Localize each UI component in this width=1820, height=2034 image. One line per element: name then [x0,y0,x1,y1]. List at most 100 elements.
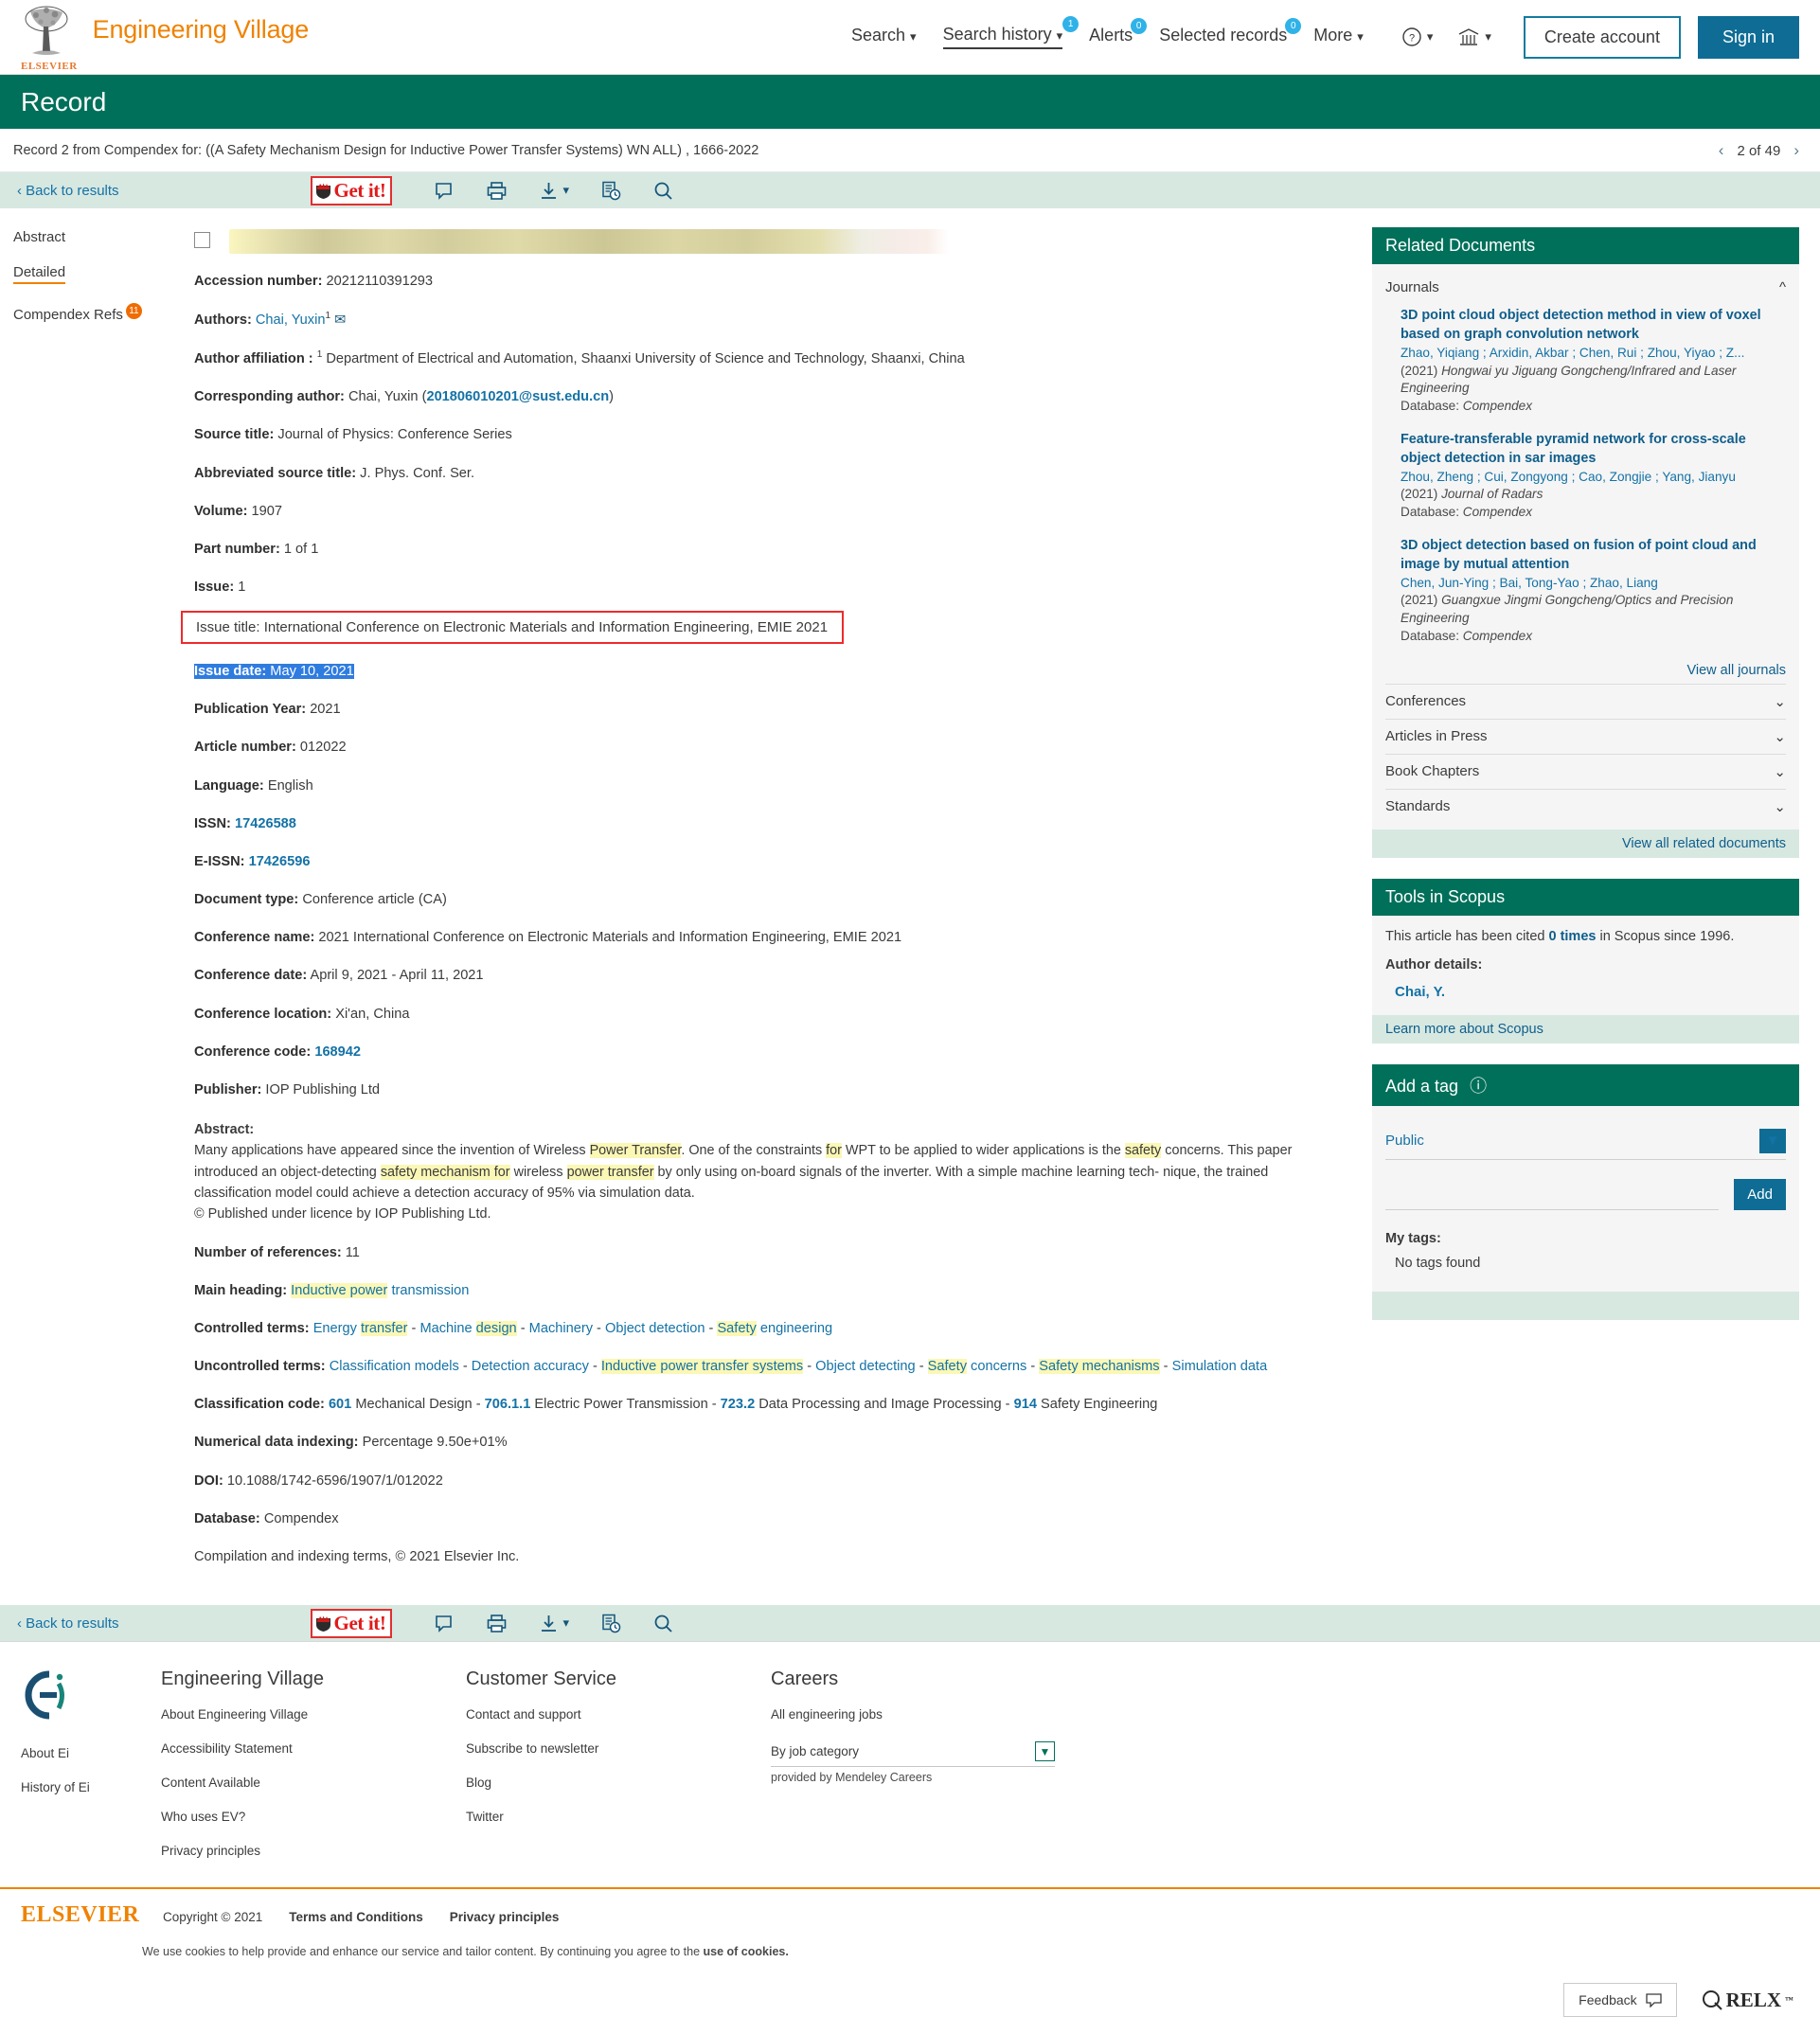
footer-link-twitter[interactable]: Twitter [466,1810,771,1824]
term-link[interactable]: Object detection [605,1321,705,1336]
download-icon[interactable]: ▾ [540,1615,569,1633]
help-menu[interactable]: ? ▾ [1401,27,1433,47]
view-all-journals-link[interactable]: View all journals [1385,655,1786,684]
envelope-icon[interactable]: ✉ [334,312,346,328]
field-value: 2021 [306,702,341,718]
footer-link-subscribe-newsletter[interactable]: Subscribe to newsletter [466,1741,771,1756]
cookie-link[interactable]: use of cookies. [704,1945,789,1958]
footer-link-about-ei[interactable]: About Ei [21,1746,161,1760]
conference-code-link[interactable]: 168942 [314,1044,361,1060]
term-link[interactable]: Machinery [529,1321,593,1336]
classification-code-link[interactable]: 723.2 [721,1397,756,1412]
nav-item-more[interactable]: More ▾ [1313,26,1364,48]
field-label: Authors: [194,312,252,329]
nav-item-selected-records[interactable]: Selected records 0 [1159,18,1302,48]
footer-link-history-of-ei[interactable]: History of Ei [21,1780,161,1794]
related-document-authors[interactable]: Chen, Jun-Ying ; Bai, Tong-Yao ; Zhao, L… [1401,576,1658,590]
related-section-conferences[interactable]: Conferences ⌄ [1385,683,1786,719]
footer-link-all-engineering-jobs[interactable]: All engineering jobs [771,1707,1169,1722]
sidebar-item-compendex-refs[interactable]: Compendex Refs 11 [13,303,194,323]
term-link[interactable]: Safety concerns [927,1359,1026,1375]
author-link[interactable]: Chai, Yuxin [256,312,326,328]
job-category-select[interactable]: By job category ▼ [771,1741,1055,1768]
learn-more-scopus-link[interactable]: Learn more about Scopus [1372,1014,1799,1044]
related-document-title[interactable]: 3D object detection based on fusion of p… [1401,537,1786,575]
classification-code-link[interactable]: 706.1.1 [485,1397,531,1412]
nav-item-search-history[interactable]: Search history ▾ 1 [942,16,1080,49]
add-a-tag-footer-bar [1372,1291,1799,1320]
classification-code-link[interactable]: 601 [329,1397,351,1412]
term-link[interactable]: Object detecting [815,1359,915,1374]
related-journals-section-toggle[interactable]: Journals ^ [1385,274,1786,301]
get-it-button-bottom[interactable]: Get it! [310,1608,393,1638]
related-document-authors[interactable]: Zhou, Zheng ; Cui, Zongyong ; Cao, Zongj… [1401,470,1736,484]
term-link[interactable]: Safety engineering [717,1320,832,1336]
select-record-checkbox[interactable] [194,232,210,248]
add-tag-button[interactable]: Add [1734,1178,1786,1210]
next-record-button[interactable]: › [1793,141,1799,160]
classification-code-link[interactable]: 914 [1014,1397,1037,1412]
main-heading-link[interactable]: Inductive power transmission [291,1282,469,1298]
sign-in-button[interactable]: Sign in [1697,15,1799,59]
issn-link[interactable]: 17426588 [235,816,296,831]
institution-menu[interactable]: ▾ [1457,27,1491,47]
print-icon[interactable] [486,181,508,201]
question-circle-icon: ? [1402,27,1421,46]
footer-privacy-link[interactable]: Privacy principles [450,1910,560,1928]
term-link[interactable]: Classification models [330,1359,459,1374]
citation-history-icon[interactable] [601,181,621,201]
term-link[interactable]: Energy transfer [313,1320,408,1336]
corresponding-email-link[interactable]: 201806010201@sust.edu.cn [426,389,609,404]
create-account-button[interactable]: Create account [1523,15,1681,59]
term-link[interactable]: Machine design [419,1320,517,1336]
print-icon[interactable] [486,1614,508,1633]
feedback-label: Feedback [1579,1992,1637,2008]
eissn-link[interactable]: 17426596 [249,854,311,869]
citation-history-icon[interactable] [601,1614,621,1633]
sidebar-item-abstract[interactable]: Abstract [13,229,194,245]
related-document-authors[interactable]: Zhao, Yiqiang ; Arxidin, Akbar ; Chen, R… [1401,346,1744,360]
back-to-results-link-bottom[interactable]: ‹ Back to results [17,1615,119,1632]
download-icon[interactable]: ▾ [540,182,569,200]
abstract-run: wireless [509,1164,567,1180]
footer-link-who-uses-ev[interactable]: Who uses EV? [161,1810,466,1824]
comment-icon[interactable] [434,181,454,201]
related-section-standards[interactable]: Standards ⌄ [1385,788,1786,824]
footer-link-about-ev[interactable]: About Engineering Village [161,1707,466,1722]
search-icon[interactable] [653,1614,673,1633]
related-document-title[interactable]: 3D point cloud object detection method i… [1401,307,1786,345]
related-section-book-chapters[interactable]: Book Chapters ⌄ [1385,753,1786,789]
nav-item-alerts[interactable]: Alerts 0 [1089,18,1148,48]
view-all-related-documents-link[interactable]: View all related documents [1372,829,1799,858]
get-it-button[interactable]: Get it! [310,175,393,205]
prev-record-button[interactable]: ‹ [1719,141,1724,160]
term-link[interactable]: Detection accuracy [472,1359,589,1374]
footer-link-content-available[interactable]: Content Available [161,1775,466,1790]
term-separator: - [803,1359,816,1375]
related-document-title[interactable]: Feature-transferable pyramid network for… [1401,431,1786,469]
comment-icon[interactable] [434,1614,454,1633]
info-icon[interactable]: ⓘ [1470,1077,1487,1096]
brand-logo[interactable]: ELSEVIER Engineering Village [0,2,309,72]
footer-link-blog[interactable]: Blog [466,1775,771,1790]
chevron-down-icon[interactable]: ▼ [1759,1128,1786,1153]
feedback-button[interactable]: Feedback [1563,1983,1677,2018]
chevron-down-icon[interactable]: ▼ [1035,1741,1055,1762]
related-section-articles-in-press[interactable]: Articles in Press ⌄ [1385,718,1786,754]
tag-name-input[interactable] [1385,1188,1720,1210]
nav-item-search[interactable]: Search ▾ [851,26,917,48]
back-to-results-link[interactable]: ‹ Back to results [17,183,119,199]
term-link[interactable]: Inductive power transfer systems [600,1359,804,1375]
footer-link-accessibility[interactable]: Accessibility Statement [161,1741,466,1756]
term-link[interactable]: Simulation data [1172,1359,1268,1374]
footer-link-privacy-principles[interactable]: Privacy principles [161,1844,466,1858]
footer-terms-link[interactable]: Terms and Conditions [289,1910,423,1928]
footer-link-contact-support[interactable]: Contact and support [466,1707,771,1722]
scopus-author-link[interactable]: Chai, Y. [1385,978,1786,1009]
chevron-down-icon: ⌄ [1774,728,1786,745]
field-eissn: E-ISSN: 17426596 [194,852,1340,872]
term-link[interactable]: Safety mechanisms [1039,1359,1160,1375]
tag-visibility-select[interactable]: Public ▼ [1385,1128,1786,1160]
sidebar-item-detailed[interactable]: Detailed [13,264,194,284]
search-icon[interactable] [653,181,673,201]
